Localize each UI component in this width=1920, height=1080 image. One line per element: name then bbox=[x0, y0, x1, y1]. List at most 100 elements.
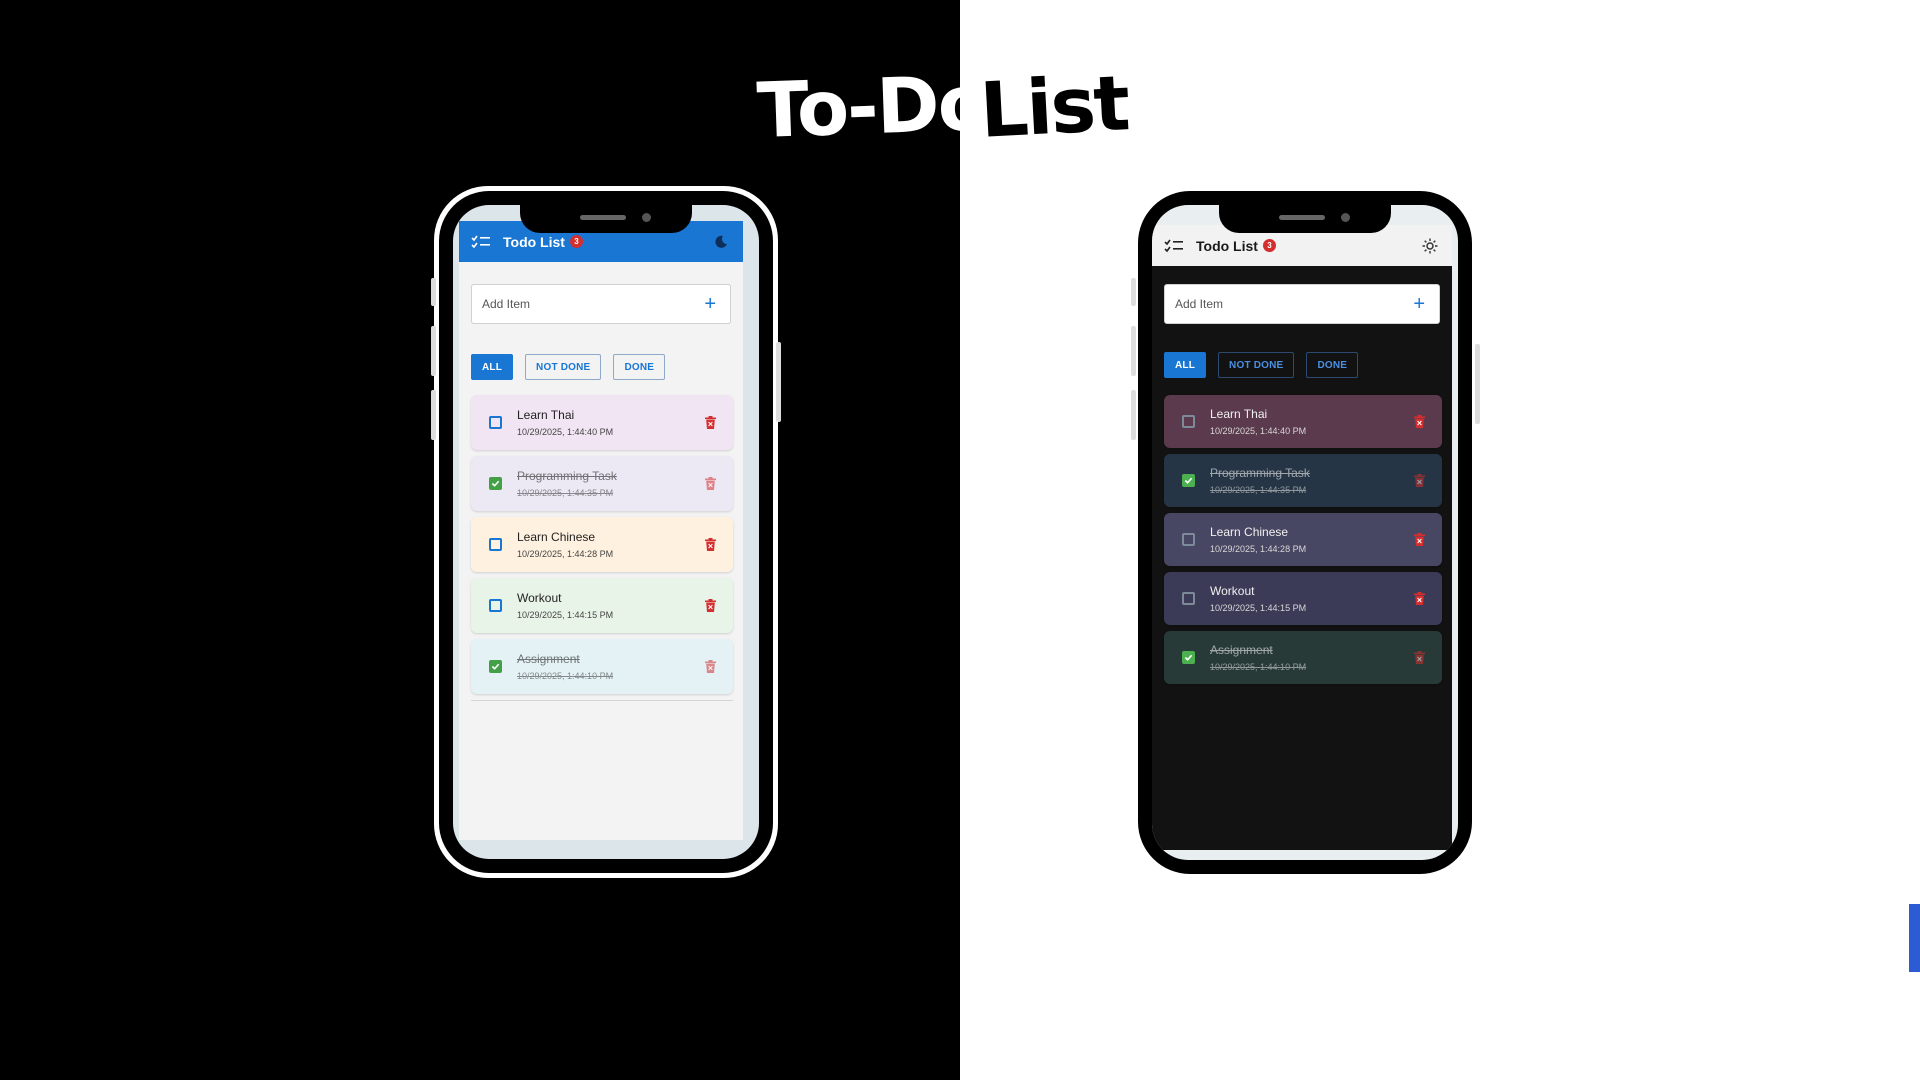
todo-name: Programming Task bbox=[1210, 466, 1310, 480]
phone-screen: Todo List 3 + ALL NOT DONE DONE Learn Th… bbox=[453, 205, 759, 859]
app-title: Todo List bbox=[503, 233, 565, 250]
delete-icon[interactable] bbox=[1412, 532, 1426, 548]
phone-light-mode: Todo List 3 + ALL NOT DONE DONE Learn Th… bbox=[431, 186, 781, 878]
page-title: To-Do List bbox=[0, 58, 1920, 155]
filter-buttons: ALL NOT DONE DONE bbox=[471, 354, 731, 380]
todo-name: Assignment bbox=[517, 652, 580, 666]
filter-all-button[interactable]: ALL bbox=[1164, 352, 1207, 378]
todo-timestamp: 10/29/2025, 1:44:10 PM bbox=[1210, 662, 1307, 672]
todo-timestamp: 10/29/2025, 1:44:40 PM bbox=[1210, 426, 1307, 436]
filter-done-button[interactable]: DONE bbox=[613, 354, 666, 380]
delete-icon[interactable] bbox=[703, 537, 717, 553]
todo-text: Assignment 10/29/2025, 1:44:10 PM bbox=[1210, 643, 1412, 672]
checkbox-checked[interactable] bbox=[489, 660, 502, 673]
todo-timestamp: 10/29/2025, 1:44:15 PM bbox=[517, 610, 614, 620]
moon-icon[interactable] bbox=[711, 232, 731, 252]
todo-item: Learn Thai 10/29/2025, 1:44:40 PM bbox=[1164, 395, 1442, 448]
add-item-input[interactable] bbox=[482, 297, 701, 311]
add-item-input[interactable] bbox=[1175, 297, 1410, 311]
corner-accent-bar bbox=[1909, 904, 1920, 972]
page-title-left: To-Do bbox=[755, 57, 990, 156]
checkbox[interactable] bbox=[1182, 415, 1195, 428]
delete-icon[interactable] bbox=[1412, 591, 1426, 607]
todo-item: Assignment 10/29/2025, 1:44:10 PM bbox=[471, 639, 733, 694]
checkbox-checked[interactable] bbox=[1182, 474, 1195, 487]
filter-all-button[interactable]: ALL bbox=[471, 354, 514, 380]
todo-text: Learn Thai 10/29/2025, 1:44:40 PM bbox=[1210, 407, 1412, 436]
add-item-button[interactable]: + bbox=[700, 294, 720, 314]
todo-name: Learn Thai bbox=[1210, 407, 1268, 421]
todo-item: Programming Task 10/29/2025, 1:44:35 PM bbox=[471, 456, 733, 511]
check-icon bbox=[1184, 654, 1193, 661]
todo-name: Assignment bbox=[1210, 643, 1273, 657]
todo-name: Workout bbox=[517, 591, 562, 605]
todo-item: Assignment 10/29/2025, 1:44:10 PM bbox=[1164, 631, 1442, 684]
todo-text: Programming Task 10/29/2025, 1:44:35 PM bbox=[1210, 466, 1412, 495]
todo-text: Workout 10/29/2025, 1:44:15 PM bbox=[1210, 584, 1412, 613]
filter-not-done-button[interactable]: NOT DONE bbox=[1218, 352, 1295, 378]
todo-item: Workout 10/29/2025, 1:44:15 PM bbox=[471, 578, 733, 633]
todo-timestamp: 10/29/2025, 1:44:40 PM bbox=[517, 427, 614, 437]
pending-count-badge: 3 bbox=[569, 235, 583, 248]
todo-timestamp: 10/29/2025, 1:44:28 PM bbox=[517, 549, 614, 559]
checkbox[interactable] bbox=[489, 416, 502, 429]
todo-list: Learn Thai 10/29/2025, 1:44:40 PM Programm… bbox=[1164, 395, 1442, 684]
todo-name: Workout bbox=[1210, 584, 1255, 598]
checklist-icon bbox=[471, 234, 491, 250]
checkbox[interactable] bbox=[1182, 533, 1195, 546]
todo-text: Workout 10/29/2025, 1:44:15 PM bbox=[517, 591, 703, 620]
todo-timestamp: 10/29/2025, 1:44:35 PM bbox=[1210, 485, 1307, 495]
todo-text: Learn Thai 10/29/2025, 1:44:40 PM bbox=[517, 408, 703, 437]
filter-buttons: ALL NOT DONE DONE bbox=[1164, 352, 1440, 378]
checkbox-checked[interactable] bbox=[1182, 651, 1195, 664]
sun-icon[interactable] bbox=[1420, 236, 1440, 256]
todo-text: Assignment 10/29/2025, 1:44:10 PM bbox=[517, 652, 703, 681]
todo-list: Learn Thai 10/29/2025, 1:44:40 PM Programm… bbox=[471, 395, 733, 694]
todo-item: Learn Thai 10/29/2025, 1:44:40 PM bbox=[471, 395, 733, 450]
delete-icon[interactable] bbox=[1412, 414, 1426, 430]
checkbox[interactable] bbox=[1182, 592, 1195, 605]
phone-notch bbox=[520, 205, 692, 233]
todo-item: Learn Chinese 10/29/2025, 1:44:28 PM bbox=[1164, 513, 1442, 566]
todo-name: Learn Chinese bbox=[517, 530, 596, 544]
phone-notch bbox=[1219, 205, 1391, 233]
delete-icon[interactable] bbox=[703, 415, 717, 431]
todo-timestamp: 10/29/2025, 1:44:10 PM bbox=[517, 671, 614, 681]
todo-name: Programming Task bbox=[517, 469, 617, 483]
todo-timestamp: 10/29/2025, 1:44:28 PM bbox=[1210, 544, 1307, 554]
phone-dark-mode: Todo List 3 + ALL NOT DONE DONE Learn Th… bbox=[1131, 188, 1480, 877]
todo-app-light: Todo List 3 + ALL NOT DONE DONE Learn Th… bbox=[459, 221, 743, 840]
add-item-row: + bbox=[471, 284, 731, 324]
add-item-row: + bbox=[1164, 284, 1440, 324]
todo-item: Workout 10/29/2025, 1:44:15 PM bbox=[1164, 572, 1442, 625]
app-title: Todo List bbox=[1196, 237, 1258, 254]
list-divider bbox=[471, 700, 733, 701]
checklist-icon bbox=[1164, 238, 1184, 254]
checkbox[interactable] bbox=[489, 599, 502, 612]
todo-item: Learn Chinese 10/29/2025, 1:44:28 PM bbox=[471, 517, 733, 572]
delete-icon[interactable] bbox=[1412, 473, 1426, 489]
delete-icon[interactable] bbox=[703, 598, 717, 614]
todo-text: Learn Chinese 10/29/2025, 1:44:28 PM bbox=[1210, 525, 1412, 554]
checkbox[interactable] bbox=[489, 538, 502, 551]
todo-app-dark: Todo List 3 + ALL NOT DONE DONE Learn Th… bbox=[1152, 225, 1452, 850]
phone-screen: Todo List 3 + ALL NOT DONE DONE Learn Th… bbox=[1152, 205, 1458, 860]
filter-not-done-button[interactable]: NOT DONE bbox=[525, 354, 602, 380]
filter-done-button[interactable]: DONE bbox=[1306, 352, 1359, 378]
pending-count-badge: 3 bbox=[1262, 239, 1276, 252]
delete-icon[interactable] bbox=[703, 659, 717, 675]
delete-icon[interactable] bbox=[1412, 650, 1426, 666]
todo-text: Learn Chinese 10/29/2025, 1:44:28 PM bbox=[517, 530, 703, 559]
todo-text: Programming Task 10/29/2025, 1:44:35 PM bbox=[517, 469, 703, 498]
check-icon bbox=[491, 663, 500, 670]
checkbox-checked[interactable] bbox=[489, 477, 502, 490]
todo-timestamp: 10/29/2025, 1:44:15 PM bbox=[1210, 603, 1307, 613]
todo-item: Programming Task 10/29/2025, 1:44:35 PM bbox=[1164, 454, 1442, 507]
check-icon bbox=[491, 480, 500, 487]
check-icon bbox=[1184, 477, 1193, 484]
todo-name: Learn Chinese bbox=[1210, 525, 1289, 539]
todo-timestamp: 10/29/2025, 1:44:35 PM bbox=[517, 488, 614, 498]
page-title-right: List bbox=[977, 58, 1131, 155]
add-item-button[interactable]: + bbox=[1409, 294, 1429, 314]
delete-icon[interactable] bbox=[703, 476, 717, 492]
